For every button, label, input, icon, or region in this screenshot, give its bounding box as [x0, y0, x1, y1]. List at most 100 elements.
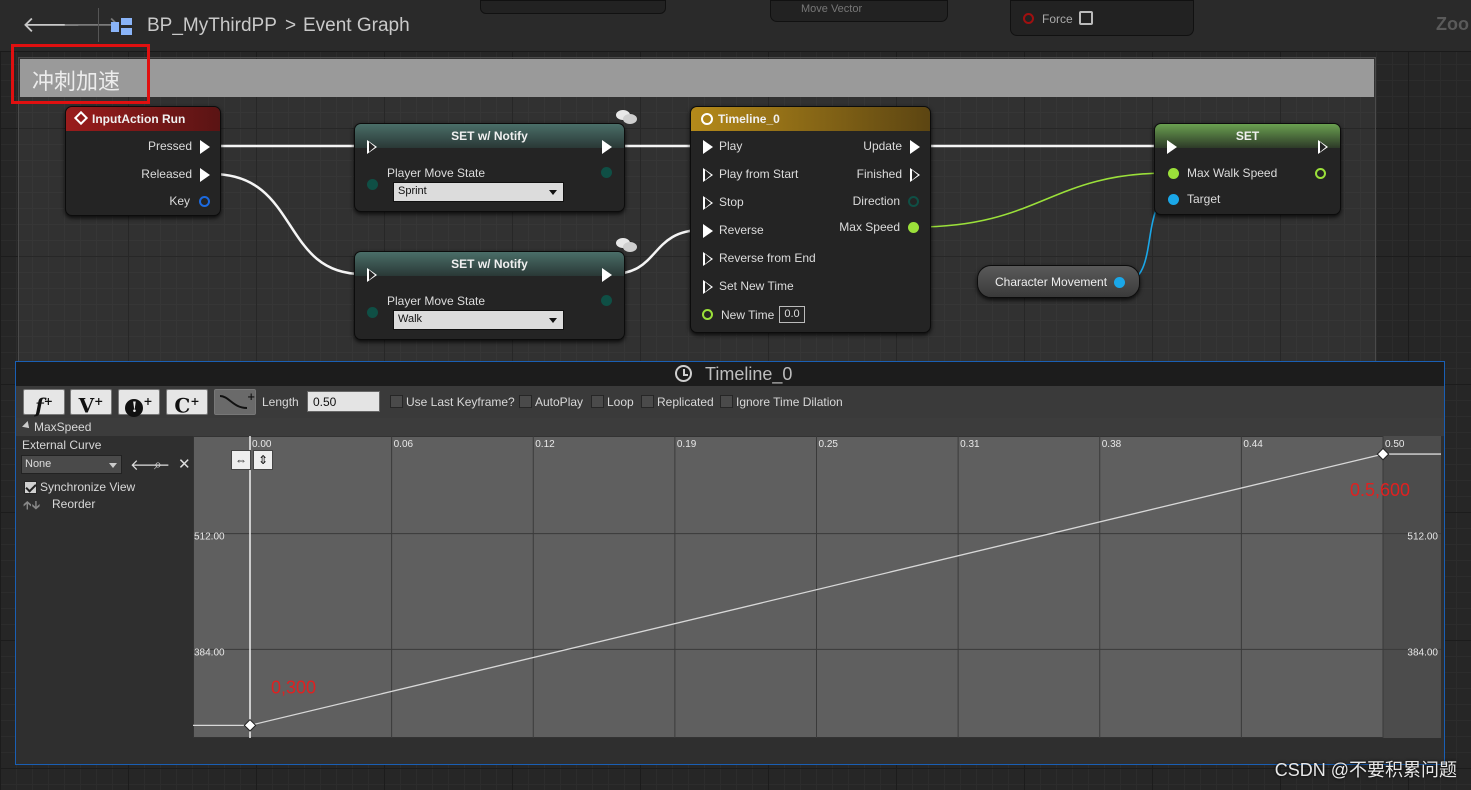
- exec-out-pin[interactable]: [602, 268, 612, 282]
- key-pin[interactable]: [199, 196, 210, 207]
- max-walk-speed-label: Max Walk Speed: [1187, 166, 1278, 180]
- update-label: Update: [863, 139, 902, 153]
- chevron-down-icon: [549, 190, 557, 195]
- reorder-label: Reorder: [52, 497, 96, 511]
- play-from-start-exec-pin[interactable]: [703, 168, 713, 182]
- pressed-label: Pressed: [147, 139, 192, 153]
- update-exec-pin[interactable]: [910, 140, 920, 154]
- enum-out-pin[interactable]: [601, 167, 612, 178]
- add-event-track-label: !: [125, 398, 144, 417]
- target-pin[interactable]: [1168, 194, 1179, 205]
- x-tick-label: 0.31: [960, 439, 980, 450]
- fit-horizontal-button[interactable]: ⇔: [231, 450, 251, 470]
- set-new-time-exec-pin[interactable]: [703, 280, 713, 294]
- reverse-from-end-exec-pin[interactable]: [703, 252, 713, 266]
- add-curve-asset-button[interactable]: +: [214, 389, 256, 415]
- exec-in-pin[interactable]: [367, 140, 377, 154]
- x-tick-label: 0.38: [1102, 439, 1122, 450]
- external-curve-value: None: [25, 458, 52, 470]
- exec-wire-released: [211, 172, 363, 276]
- fit-vertical-button[interactable]: ⇕: [253, 450, 273, 470]
- set-new-time-label: Set New Time: [719, 279, 794, 293]
- track-header[interactable]: [16, 418, 1444, 436]
- ignore-time-dilation-checkbox[interactable]: [720, 395, 733, 408]
- x-tick-label: 0.44: [1243, 439, 1263, 450]
- exec-wire-walk-to-reverse: [611, 228, 703, 276]
- move-state-dropdown[interactable]: Walk: [393, 310, 564, 330]
- exec-out-pin[interactable]: [1318, 140, 1328, 154]
- finished-exec-pin[interactable]: [910, 168, 920, 182]
- reverse-from-end-label: Reverse from End: [719, 251, 816, 265]
- node-timeline[interactable]: Timeline_0 Play Play from Start Stop Rev…: [690, 106, 931, 333]
- clock-icon: [675, 365, 692, 382]
- add-event-track-button[interactable]: ! +: [118, 389, 160, 417]
- y-tick-label: 384.00: [1407, 647, 1438, 658]
- curve-key[interactable]: [243, 718, 257, 732]
- add-float-track-button[interactable]: f+: [23, 389, 65, 418]
- loop-checkbox[interactable]: [591, 395, 604, 408]
- max-speed-pin[interactable]: [908, 222, 919, 233]
- node-title: Timeline_0: [718, 112, 780, 126]
- reorder-arrows-icon[interactable]: 🡱🡳: [23, 496, 40, 517]
- x-tick-label: 0.00: [252, 439, 272, 450]
- released-exec-pin[interactable]: [200, 168, 210, 182]
- external-curve-dropdown[interactable]: None: [21, 455, 122, 474]
- exec-in-pin[interactable]: [367, 268, 377, 282]
- y-tick-label: 512.00: [1407, 532, 1438, 543]
- node-set-max-walk-speed[interactable]: SET Max Walk Speed Target: [1154, 123, 1341, 215]
- max-speed-label: Max Speed: [839, 220, 900, 234]
- node-input-action-run[interactable]: InputAction Run Pressed Released Key: [65, 106, 221, 216]
- synchronize-view-label: Synchronize View: [40, 480, 136, 494]
- pressed-exec-pin[interactable]: [200, 140, 210, 154]
- play-exec-pin[interactable]: [703, 140, 713, 154]
- x-tick-label: 0.06: [394, 439, 414, 450]
- move-state-value: Sprint: [398, 185, 427, 197]
- target-label: Target: [1187, 192, 1221, 206]
- replicated-label: Replicated: [657, 395, 714, 409]
- new-time-input[interactable]: 0.0: [779, 306, 805, 323]
- browse-asset-icon[interactable]: ⌕: [154, 456, 162, 473]
- use-last-keyframe-label: Use Last Keyframe?: [406, 395, 515, 409]
- loop-label: Loop: [607, 395, 634, 409]
- autoplay-label: AutoPlay: [535, 395, 584, 409]
- replication-icon: [616, 238, 638, 252]
- add-color-track-button[interactable]: C+: [166, 389, 208, 418]
- node-set-notify-sprint[interactable]: SET w/ Notify Player Move State Sprint: [354, 123, 625, 212]
- node-title: InputAction Run: [92, 112, 186, 126]
- track-name[interactable]: MaxSpeed: [34, 420, 91, 434]
- exec-in-pin[interactable]: [1167, 140, 1177, 154]
- length-label: Length: [262, 395, 299, 409]
- released-label: Released: [141, 167, 192, 181]
- key-label: Key: [169, 194, 190, 208]
- enum-in-pin[interactable]: [367, 179, 378, 190]
- stop-exec-pin[interactable]: [703, 196, 713, 210]
- enum-in-pin[interactable]: [367, 307, 378, 318]
- clear-icon[interactable]: ✕: [178, 455, 191, 473]
- max-walk-speed-in-pin[interactable]: [1168, 168, 1179, 179]
- reverse-label: Reverse: [719, 223, 764, 237]
- reverse-exec-pin[interactable]: [703, 224, 713, 238]
- synchronize-view-checkbox[interactable]: [24, 481, 37, 494]
- replicated-checkbox[interactable]: [641, 395, 654, 408]
- move-state-value: Walk: [398, 313, 423, 325]
- player-move-state-label: Player Move State: [387, 166, 486, 180]
- character-movement-pin[interactable]: [1114, 277, 1125, 288]
- curve-chart[interactable]: 0.00 0.06 0.12 0.19 0.25 0.31 0.38 0.44 0.50 512.…: [193, 436, 1441, 738]
- enum-out-pin[interactable]: [601, 295, 612, 306]
- use-selected-asset-icon[interactable]: 🡐: [130, 455, 170, 474]
- finished-label: Finished: [856, 167, 902, 181]
- add-vector-track-button[interactable]: V+: [70, 389, 112, 418]
- svg-text:+: +: [247, 392, 255, 403]
- move-state-dropdown[interactable]: Sprint: [393, 182, 564, 202]
- node-character-movement[interactable]: Character Movement: [977, 265, 1140, 298]
- new-time-pin[interactable]: [702, 309, 713, 320]
- max-walk-speed-out-pin[interactable]: [1315, 168, 1326, 179]
- exec-out-pin[interactable]: [602, 140, 612, 154]
- direction-pin[interactable]: [908, 196, 919, 207]
- node-set-notify-walk[interactable]: SET w/ Notify Player Move State Walk: [354, 251, 625, 340]
- timeline-editor-title: Timeline_0: [705, 364, 793, 384]
- length-input[interactable]: 0.50: [307, 391, 380, 412]
- use-last-keyframe-checkbox[interactable]: [390, 395, 403, 408]
- add-float-track-label: f: [35, 393, 44, 418]
- autoplay-checkbox[interactable]: [519, 395, 532, 408]
